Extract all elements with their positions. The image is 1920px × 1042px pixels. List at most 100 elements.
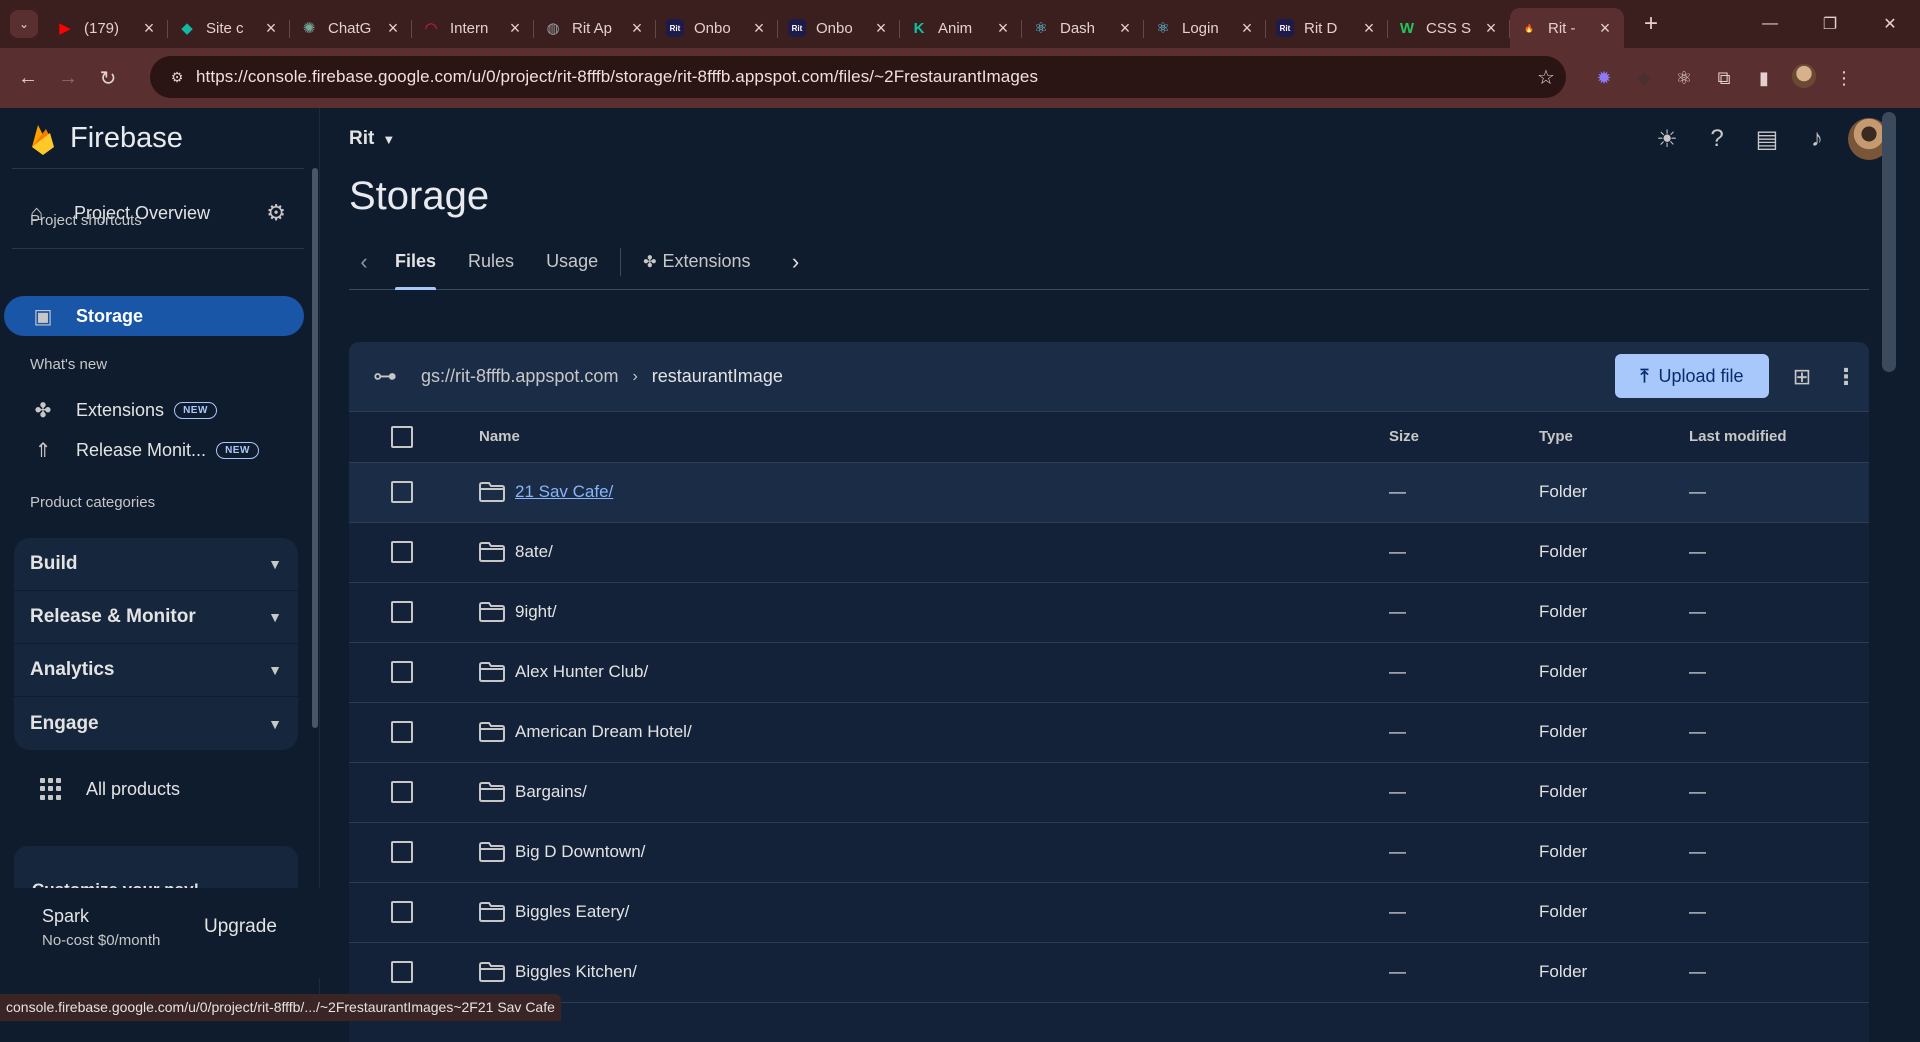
minimize-button[interactable]: — [1740, 0, 1800, 48]
site-info-icon[interactable]: ⚙ [158, 69, 196, 86]
notifications-bell-icon[interactable]: ♪ [1792, 125, 1842, 153]
firebase-logo[interactable]: Firebase [30, 122, 183, 155]
column-header-type[interactable]: Type [1539, 412, 1689, 463]
tab-files[interactable]: Files [379, 234, 452, 290]
row-name-cell[interactable]: 9ight/ [479, 582, 1389, 643]
restore-button[interactable]: ❐ [1800, 0, 1860, 48]
all-products-link[interactable]: All products [40, 778, 180, 800]
table-row[interactable]: Biggles Kitchen/ — Folder — [349, 942, 1869, 1003]
close-tab-icon[interactable]: × [994, 18, 1012, 39]
close-tab-icon[interactable]: × [1482, 18, 1500, 39]
close-tab-icon[interactable]: × [506, 18, 524, 39]
browser-tab[interactable]: K Anim × [900, 8, 1022, 48]
row-checkbox[interactable] [391, 481, 413, 503]
close-tab-icon[interactable]: × [872, 18, 890, 39]
extensions-puzzle-icon[interactable]: ⧉ [1704, 68, 1744, 89]
row-checkbox[interactable] [391, 601, 413, 623]
table-row[interactable]: American Dream Hotel/ — Folder — [349, 702, 1869, 763]
help-icon[interactable]: ? [1692, 125, 1742, 153]
page-scrollbar[interactable] [1882, 112, 1896, 372]
sidebar-item-storage[interactable]: ▣ Storage [4, 296, 304, 336]
url-text[interactable]: https://console.firebase.google.com/u/0/… [196, 67, 1526, 87]
row-checkbox[interactable] [391, 661, 413, 683]
upgrade-button[interactable]: Upgrade [204, 916, 277, 938]
row-name-cell[interactable]: American Dream Hotel/ [479, 702, 1389, 763]
sidebar-scrollbar[interactable] [312, 168, 318, 728]
forward-button[interactable]: → [48, 67, 88, 90]
browser-tab[interactable]: ◆ Site c × [168, 8, 290, 48]
close-tab-icon[interactable]: × [1596, 18, 1614, 39]
browser-tab[interactable]: Rit Rit D × [1266, 8, 1388, 48]
link-icon[interactable]: ⊶ [373, 362, 403, 391]
close-tab-icon[interactable]: × [1116, 18, 1134, 39]
address-bar[interactable]: ⚙ https://console.firebase.google.com/u/… [150, 56, 1566, 98]
browser-tab[interactable]: ◍ Rit Ap × [534, 8, 656, 48]
chevron-left-icon[interactable]: ‹ [349, 249, 379, 275]
table-row[interactable]: 21 Sav Cafe/ — Folder — [349, 462, 1869, 523]
close-tab-icon[interactable]: × [750, 18, 768, 39]
project-selector[interactable]: Rit ▼ [349, 128, 395, 150]
folder-name[interactable]: 8ate/ [515, 542, 553, 562]
tab-search-button[interactable]: ⌄ [10, 10, 38, 38]
category-build[interactable]: Build ▼ [14, 538, 298, 591]
sidebar-item-extensions[interactable]: ✤ Extensions NEW [4, 390, 304, 430]
category-release-monitor[interactable]: Release & Monitor ▼ [14, 591, 298, 644]
table-row[interactable]: Alex Hunter Club/ — Folder — [349, 642, 1869, 703]
folder-name[interactable]: 9ight/ [515, 602, 557, 622]
row-checkbox[interactable] [391, 841, 413, 863]
side-panel-icon[interactable]: ▮ [1744, 68, 1784, 89]
folder-name[interactable]: Biggles Kitchen/ [515, 962, 637, 982]
row-name-cell[interactable]: 8ate/ [479, 522, 1389, 583]
back-button[interactable]: ← [8, 67, 48, 90]
browser-tab[interactable]: ✺ ChatG × [290, 8, 412, 48]
bookmark-star-icon[interactable]: ☆ [1526, 65, 1566, 90]
row-checkbox[interactable] [391, 901, 413, 923]
row-name-cell[interactable]: Alex Hunter Club/ [479, 642, 1389, 703]
breadcrumb-bucket[interactable]: gs://rit-8fffb.appspot.com [421, 366, 618, 387]
row-name-cell[interactable]: 21 Sav Cafe/ [479, 462, 1389, 523]
folder-name[interactable]: Big D Downtown/ [515, 842, 645, 862]
table-row[interactable]: Bargains/ — Folder — [349, 762, 1869, 823]
folder-name[interactable]: 21 Sav Cafe/ [515, 482, 613, 502]
browser-tab[interactable]: ▶ (179) × [46, 8, 168, 48]
table-row[interactable]: Biggles Eatery/ — Folder — [349, 882, 1869, 943]
browser-tab[interactable]: W CSS S × [1388, 8, 1510, 48]
folder-name[interactable]: Biggles Eatery/ [515, 902, 629, 922]
table-row[interactable]: 9ight/ — Folder — [349, 582, 1869, 643]
row-name-cell[interactable]: Bargains/ [479, 762, 1389, 823]
browser-tab[interactable]: ⚛ Login × [1144, 8, 1266, 48]
theme-toggle-icon[interactable]: ☀ [1642, 125, 1692, 154]
project-settings-gear-icon[interactable]: ⚙ [266, 200, 286, 226]
row-name-cell[interactable]: Biggles Eatery/ [479, 882, 1389, 943]
select-all-checkbox[interactable] [391, 425, 413, 448]
folder-name[interactable]: Alex Hunter Club/ [515, 662, 648, 682]
tab-rules[interactable]: Rules [452, 234, 530, 290]
category-engage[interactable]: Engage ▼ [14, 697, 298, 750]
row-name-cell[interactable]: Big D Downtown/ [479, 822, 1389, 883]
browser-menu-icon[interactable]: ⋮ [1824, 68, 1864, 89]
react-devtools-icon[interactable]: ⚛ [1664, 68, 1704, 89]
folder-name[interactable]: American Dream Hotel/ [515, 722, 692, 742]
close-tab-icon[interactable]: × [262, 18, 280, 39]
extension-sun-icon[interactable]: ✹ [1584, 68, 1624, 89]
browser-tab[interactable]: Rit Onbo × [656, 8, 778, 48]
more-options-icon[interactable]: ⋮ [1835, 364, 1857, 390]
upload-file-button[interactable]: ⤒ Upload file [1615, 354, 1769, 398]
close-tab-icon[interactable]: × [140, 18, 158, 39]
close-window-button[interactable]: ✕ [1860, 0, 1920, 48]
table-row[interactable]: Big D Downtown/ — Folder — [349, 822, 1869, 883]
category-analytics[interactable]: Analytics ▼ [14, 644, 298, 697]
feedback-icon[interactable]: ▤ [1742, 125, 1792, 154]
column-header-size[interactable]: Size [1389, 412, 1539, 463]
reload-button[interactable]: ↻ [88, 66, 128, 91]
row-name-cell[interactable]: Biggles Kitchen/ [479, 942, 1389, 1003]
column-header-last-modified[interactable]: Last modified [1689, 412, 1869, 463]
browser-tab[interactable]: 🔥 Rit - × [1510, 8, 1624, 48]
row-checkbox[interactable] [391, 781, 413, 803]
browser-tab[interactable]: Rit Onbo × [778, 8, 900, 48]
row-checkbox[interactable] [391, 541, 413, 563]
profile-avatar[interactable] [1784, 63, 1824, 93]
chevron-right-icon[interactable]: › [781, 249, 811, 275]
close-tab-icon[interactable]: × [628, 18, 646, 39]
tab-usage[interactable]: Usage [530, 234, 614, 290]
